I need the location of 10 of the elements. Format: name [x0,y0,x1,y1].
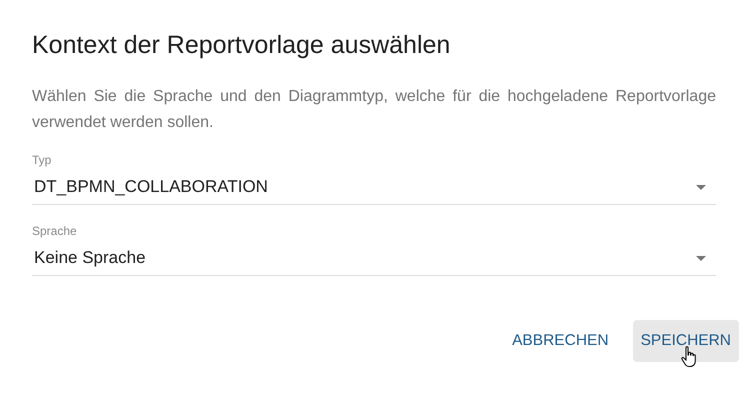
select-field[interactable]: Keine Sprache [32,239,716,276]
field-label: Typ [32,152,52,168]
description-text: Wählen Sie die Sprache und den Diagrammtyp, welche für die hochgeladene Reportvorlage verwendet werden sollen. [32,87,716,133]
dialog-title: Kontext der Reportvorlage auswählen [32,30,452,61]
hand-cursor-icon [680,346,697,368]
select-field[interactable]: DT_BPMN_COLLABORATION [32,168,716,205]
field-label: Sprache [32,223,77,239]
dialog-button[interactable]: ABBRECHEN [504,320,617,362]
dropdown-caret-icon [696,256,706,260]
dropdown-caret-icon [696,184,706,190]
